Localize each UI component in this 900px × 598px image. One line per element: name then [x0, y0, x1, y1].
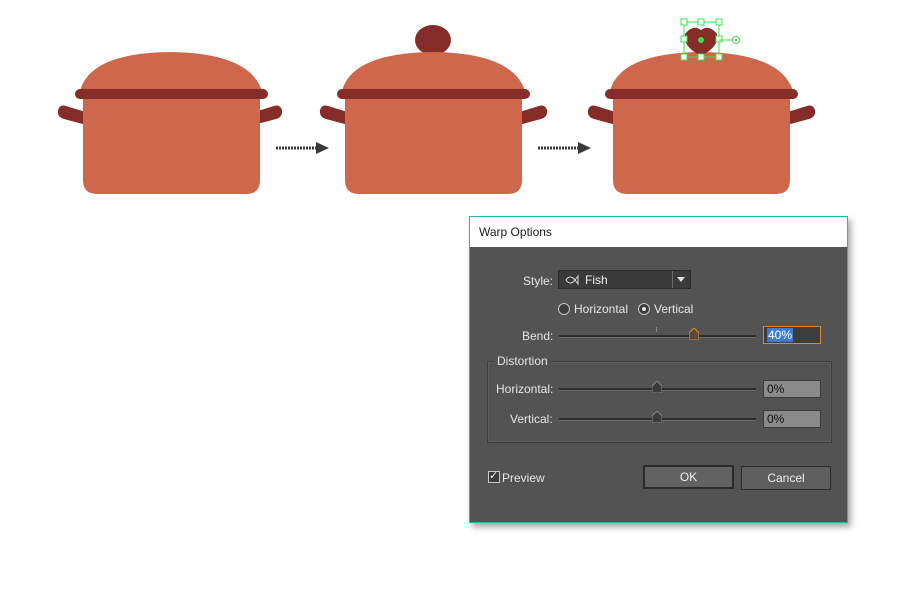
vertical-radio-label: Vertical [654, 302, 694, 316]
bend-center-tick [656, 327, 657, 332]
fish-icon [565, 274, 579, 286]
arrow-right-icon [538, 142, 591, 154]
bend-slider-track[interactable] [559, 335, 756, 338]
pot-illustration-1 [57, 52, 283, 194]
style-value: Fish [585, 273, 608, 287]
chevron-down-icon[interactable] [672, 271, 690, 288]
preview-checkbox[interactable] [488, 469, 500, 483]
distortion-horizontal-label: Horizontal: [496, 382, 554, 396]
distortion-horizontal-input[interactable]: 0% [763, 380, 821, 398]
vertical-radio[interactable] [638, 303, 650, 315]
arrow-right-icon [276, 142, 329, 154]
horizontal-radio-label: Horizontal [574, 302, 629, 316]
pot-illustration-2 [319, 25, 548, 194]
bend-slider-thumb[interactable] [689, 328, 699, 340]
distortion-horizontal-slider-thumb[interactable] [652, 381, 662, 393]
distortion-vertical-input[interactable]: 0% [763, 410, 821, 428]
artboard-canvas[interactable] [0, 0, 900, 210]
distortion-title: Distortion [494, 354, 551, 368]
dialog-body: Style: Fish Horizontal Vertical Bend: 40… [470, 247, 847, 522]
warp-options-dialog: Warp Options Style: Fish Horizontal Vert… [469, 216, 848, 523]
style-dropdown[interactable]: Fish [558, 270, 691, 289]
distortion-vertical-label: Vertical: [510, 412, 553, 426]
bend-input[interactable]: 40% [763, 326, 821, 344]
cancel-button[interactable]: Cancel [741, 466, 831, 490]
horizontal-radio[interactable] [558, 303, 570, 315]
bend-label: Bend: [522, 329, 554, 343]
dialog-title: Warp Options [470, 217, 847, 247]
pot-illustration-3 [587, 27, 816, 194]
bend-input-value: 40% [767, 328, 794, 342]
preview-label: Preview [502, 471, 545, 485]
distortion-vertical-slider-thumb[interactable] [652, 411, 662, 423]
ok-button[interactable]: OK [643, 465, 734, 489]
style-label: Style: [523, 274, 554, 288]
distortion-group: Distortion [487, 354, 832, 443]
